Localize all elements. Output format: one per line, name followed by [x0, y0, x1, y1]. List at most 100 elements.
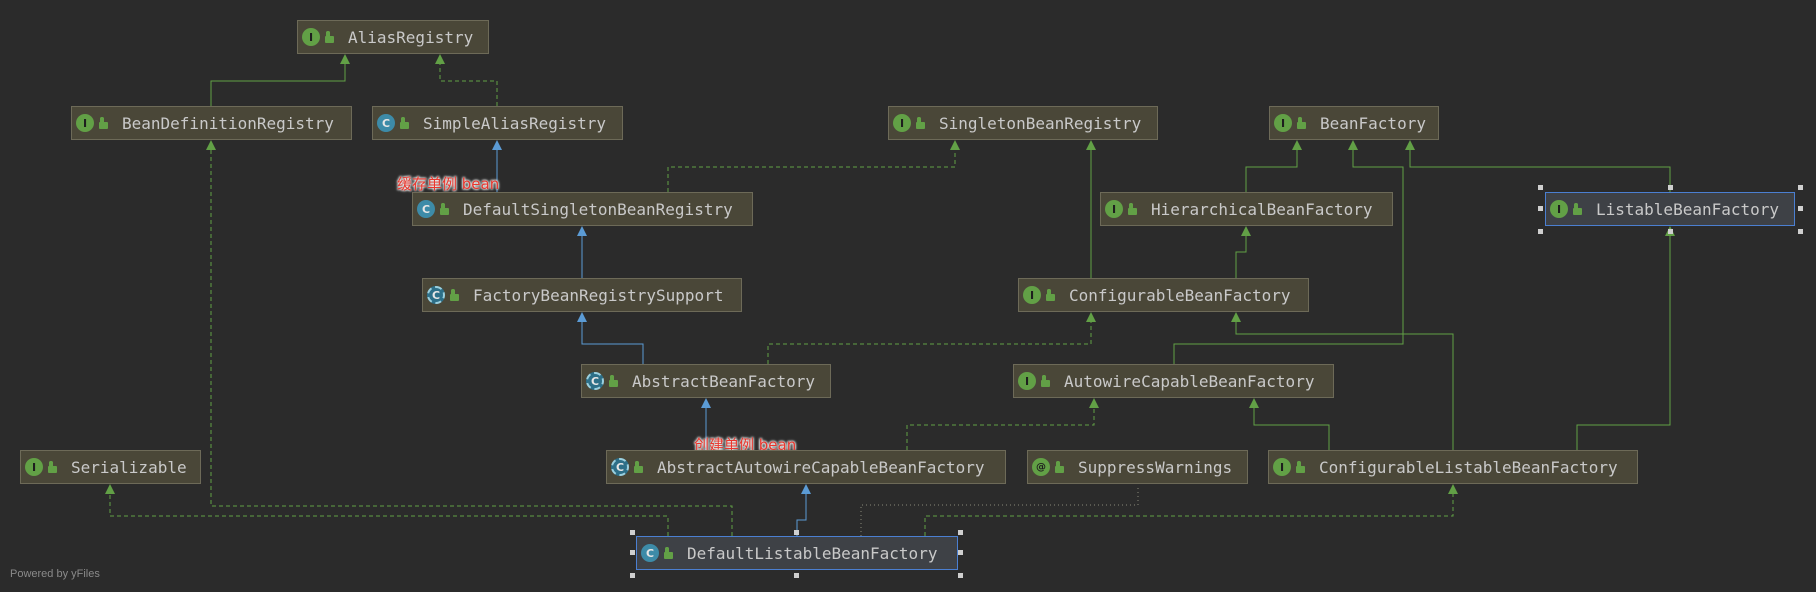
node-label: BeanFactory	[1320, 113, 1426, 133]
abstract-class-icon: C	[586, 372, 604, 390]
node-label: HierarchicalBeanFactory	[1151, 199, 1373, 219]
node-abstract-autowire-capable-bean-factory[interactable]: C AbstractAutowireCapableBeanFactory	[606, 450, 1006, 484]
selection-handle[interactable]	[958, 550, 963, 555]
selection-handle[interactable]	[1538, 185, 1543, 190]
node-alias-registry[interactable]: I AliasRegistry	[297, 20, 489, 54]
edge-defaultlistable-suppresswarnings	[860, 485, 1139, 536]
powered-by-label: Powered by yFiles	[10, 568, 100, 580]
selection-handle[interactable]	[794, 530, 799, 535]
node-label: SuppressWarnings	[1078, 457, 1233, 477]
edge-simplealiasregistry-aliasregistry	[435, 54, 498, 106]
interface-icon: I	[1550, 200, 1568, 218]
node-abstract-bean-factory[interactable]: C AbstractBeanFactory	[581, 364, 831, 398]
edge-beandefinitionregistry-aliasregistry	[210, 54, 350, 106]
abstract-class-icon: C	[611, 458, 629, 476]
node-listable-bean-factory[interactable]: I ListableBeanFactory	[1545, 192, 1795, 226]
node-label: SingletonBeanRegistry	[939, 113, 1142, 133]
node-hierarchical-bean-factory[interactable]: I HierarchicalBeanFactory	[1100, 192, 1393, 226]
node-label: Serializable	[71, 457, 187, 477]
node-default-listable-bean-factory[interactable]: C DefaultListableBeanFactory	[636, 536, 958, 570]
node-configurable-listable-bean-factory[interactable]: I ConfigurableListableBeanFactory	[1268, 450, 1638, 484]
selection-handle[interactable]	[958, 530, 963, 535]
class-icon: C	[641, 544, 659, 562]
lock-icon	[325, 31, 334, 43]
lock-icon	[1297, 117, 1306, 129]
edge-abstractbeanfactory-configurable	[767, 312, 1096, 364]
interface-icon: I	[1274, 114, 1292, 132]
interface-icon: I	[893, 114, 911, 132]
edge-configurable-hierarchical	[1235, 226, 1251, 278]
lock-icon	[1573, 203, 1582, 215]
edge-hierarchical-beanfactory	[1245, 140, 1302, 192]
node-configurable-bean-factory[interactable]: I ConfigurableBeanFactory	[1018, 278, 1309, 312]
node-bean-factory[interactable]: I BeanFactory	[1269, 106, 1439, 140]
node-label: AliasRegistry	[348, 27, 474, 47]
node-label: ListableBeanFactory	[1596, 199, 1780, 219]
lock-icon	[99, 117, 108, 129]
node-label: AbstractBeanFactory	[632, 371, 816, 391]
edge-defaultlistable-configurablelistable	[924, 484, 1458, 536]
lock-icon	[1041, 375, 1050, 387]
node-singleton-bean-registry[interactable]: I SingletonBeanRegistry	[888, 106, 1158, 140]
annotation-cache-singleton: 缓存单例 bean	[397, 175, 500, 193]
node-label: BeanDefinitionRegistry	[122, 113, 334, 133]
selection-handle[interactable]	[1538, 206, 1543, 211]
node-label: DefaultSingletonBeanRegistry	[463, 199, 733, 219]
edge-abstractbeanfactory-factorybeanregistry	[577, 312, 644, 364]
interface-icon: I	[1105, 200, 1123, 218]
relationship-edges	[105, 54, 1675, 536]
node-serializable[interactable]: I Serializable	[20, 450, 201, 484]
lock-icon	[664, 547, 673, 559]
lock-icon	[916, 117, 925, 129]
selection-handle[interactable]	[794, 573, 799, 578]
lock-icon	[1128, 203, 1137, 215]
lock-icon	[450, 289, 459, 301]
class-icon: C	[417, 200, 435, 218]
selection-handle[interactable]	[630, 530, 635, 535]
node-autowire-capable-bean-factory[interactable]: I AutowireCapableBeanFactory	[1013, 364, 1334, 398]
node-label: AbstractAutowireCapableBeanFactory	[657, 457, 985, 477]
selection-handle[interactable]	[630, 573, 635, 578]
interface-icon: I	[25, 458, 43, 476]
selection-handle[interactable]	[1798, 185, 1803, 190]
node-factory-bean-registry-support[interactable]: C FactoryBeanRegistrySupport	[422, 278, 742, 312]
selection-handle[interactable]	[630, 550, 635, 555]
node-label: DefaultListableBeanFactory	[687, 543, 938, 563]
selection-handle[interactable]	[958, 573, 963, 578]
edge-configurablelistable-listable	[1576, 226, 1675, 450]
annotation-type-icon: @	[1032, 458, 1050, 476]
edge-autowire-beanfactory	[1173, 140, 1404, 364]
selection-handle[interactable]	[1668, 229, 1673, 234]
edge-configurablelistable-autowire	[1249, 398, 1330, 450]
selection-handle[interactable]	[1798, 229, 1803, 234]
node-label: SimpleAliasRegistry	[423, 113, 607, 133]
interface-icon: I	[1023, 286, 1041, 304]
node-label: FactoryBeanRegistrySupport	[473, 285, 724, 305]
lock-icon	[634, 461, 643, 473]
interface-icon: I	[302, 28, 320, 46]
selection-handle[interactable]	[1538, 229, 1543, 234]
lock-icon	[609, 375, 618, 387]
interface-icon: I	[1018, 372, 1036, 390]
edge-abstractautowire-autowire	[906, 398, 1099, 450]
node-suppress-warnings[interactable]: @ SuppressWarnings	[1027, 450, 1248, 484]
selection-handle[interactable]	[1798, 206, 1803, 211]
class-icon: C	[377, 114, 395, 132]
lock-icon	[1055, 461, 1064, 473]
node-bean-definition-registry[interactable]: I BeanDefinitionRegistry	[71, 106, 352, 140]
lock-icon	[1046, 289, 1055, 301]
abstract-class-icon: C	[427, 286, 445, 304]
node-label: ConfigurableListableBeanFactory	[1319, 457, 1618, 477]
edge-defaultsingleton-singletonregistry	[667, 140, 960, 192]
node-default-singleton-bean-registry[interactable]: C DefaultSingletonBeanRegistry	[412, 192, 753, 226]
node-label: AutowireCapableBeanFactory	[1064, 371, 1315, 391]
lock-icon	[440, 203, 449, 215]
node-simple-alias-registry[interactable]: C SimpleAliasRegistry	[372, 106, 623, 140]
edge-defaultlistable-abstractautowire	[796, 484, 811, 536]
interface-icon: I	[1273, 458, 1291, 476]
interface-icon: I	[76, 114, 94, 132]
lock-icon	[48, 461, 57, 473]
selection-handle[interactable]	[1668, 185, 1673, 190]
edge-defaultlistable-serializable	[105, 484, 669, 536]
lock-icon	[400, 117, 409, 129]
